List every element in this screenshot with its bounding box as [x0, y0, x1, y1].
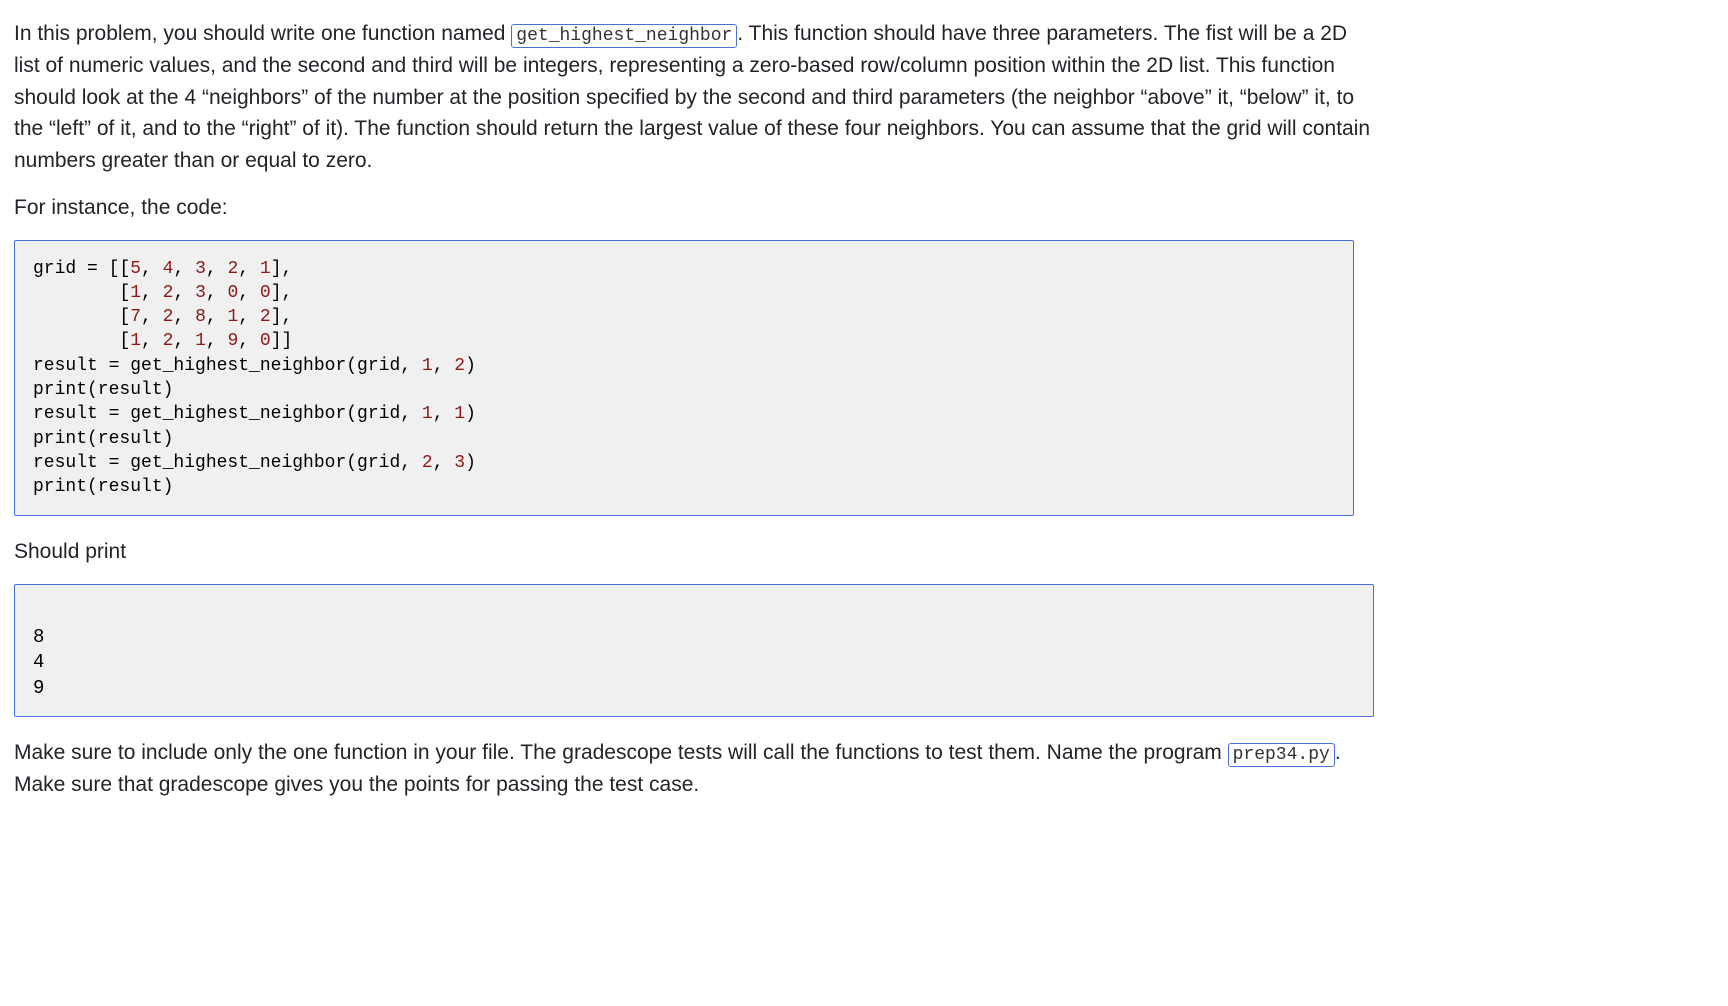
text: Make sure to include only the one functi… — [14, 741, 1228, 764]
func-name-code: get_highest_neighbor — [511, 24, 737, 48]
example-code-block: grid = [[5, 4, 3, 2, 1], [1, 2, 3, 0, 0]… — [14, 240, 1354, 517]
submission-instructions: Make sure to include only the one functi… — [14, 737, 1374, 801]
filename-code: prep34.py — [1228, 743, 1335, 767]
for-instance-text: For instance, the code: — [14, 192, 1714, 224]
problem-description-paragraph-1: In this problem, you should write one fu… — [14, 18, 1374, 176]
example-output-block: 8 4 9 — [14, 584, 1374, 717]
output-line: 8 — [33, 626, 44, 648]
output-line: 4 — [33, 651, 44, 673]
text: In this problem, you should write one fu… — [14, 22, 511, 45]
should-print-text: Should print — [14, 536, 1714, 568]
output-line: 9 — [33, 677, 44, 699]
